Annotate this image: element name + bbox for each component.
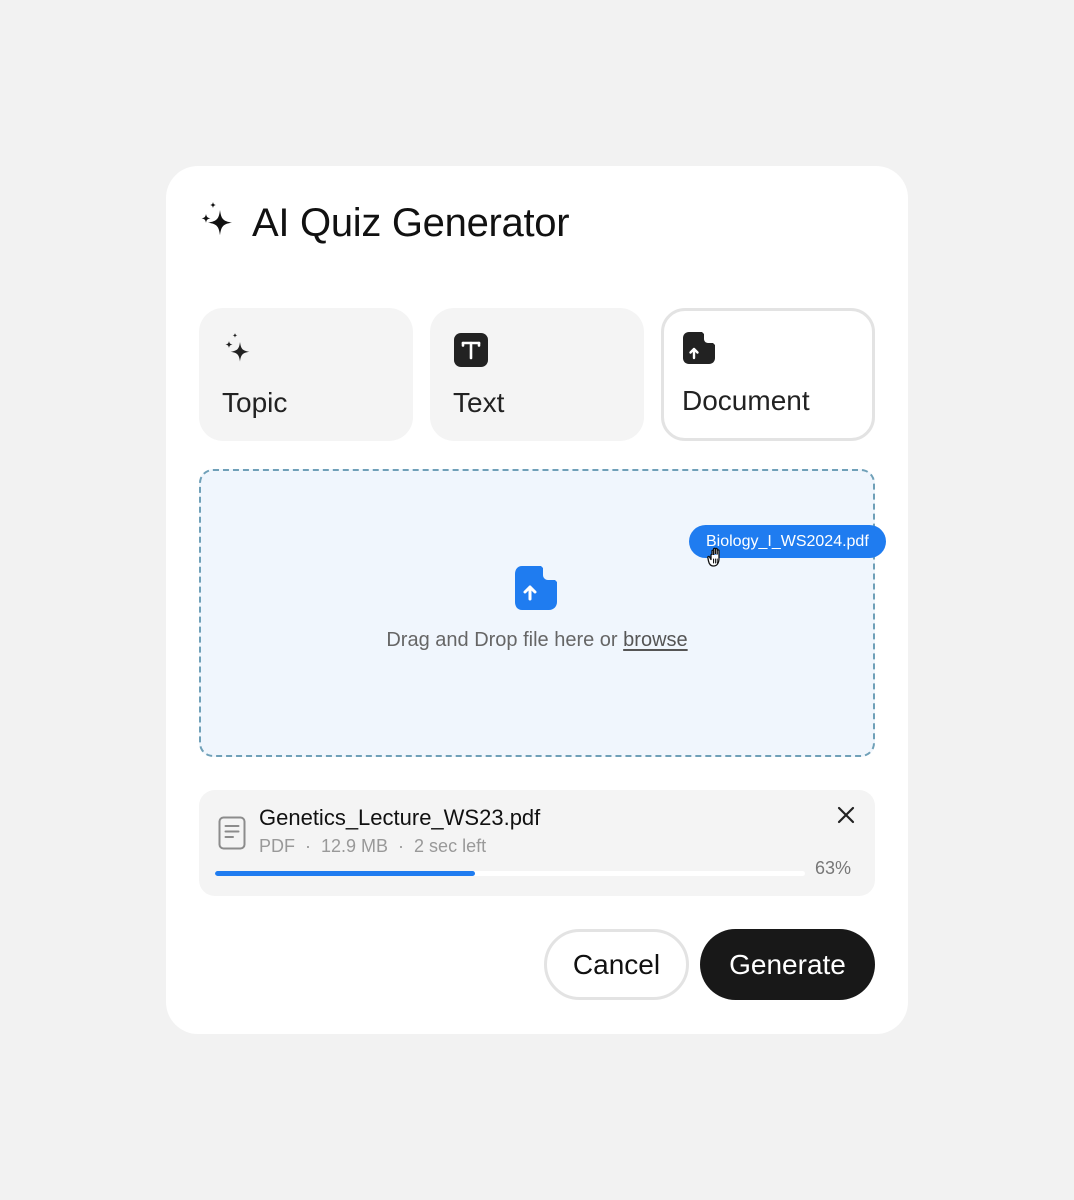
upload-item: Genetics_Lecture_WS23.pdf PDF · 12.9 MB · 2 …: [199, 790, 875, 896]
close-icon[interactable]: [835, 804, 857, 826]
file-size: 12.9 MB: [321, 836, 389, 856]
dropzone-prompt: Drag and Drop file here or browse: [201, 629, 873, 652]
file-dropzone[interactable]: Drag and Drop file here or browse: [199, 469, 875, 757]
document-icon: [218, 816, 246, 850]
cancel-button[interactable]: Cancel: [544, 929, 689, 1000]
dialog-header: AI Quiz Generator: [198, 200, 570, 246]
upload-progress-fill: [215, 871, 475, 876]
file-name: Genetics_Lecture_WS23.pdf: [259, 805, 541, 830]
file-upload-icon: [515, 566, 557, 610]
sparkles-icon: [201, 202, 232, 236]
browse-link[interactable]: browse: [623, 629, 687, 651]
meta-separator: ·: [398, 836, 405, 856]
file-meta: PDF · 12.9 MB · 2 sec left: [259, 836, 486, 857]
upload-progress-percent: 63%: [815, 858, 852, 878]
time-left: 2 sec left: [414, 836, 487, 856]
dialog-title: AI Quiz Generator: [252, 200, 570, 245]
tab-topic[interactable]: Topic: [199, 308, 413, 441]
document-upload-icon: [683, 332, 715, 364]
quiz-generator-dialog: AI Quiz Generator Topic Text Document Dr…: [166, 166, 908, 1034]
tab-label: Text: [453, 387, 505, 418]
grab-cursor-icon: [707, 547, 720, 567]
sparkles-icon: [225, 333, 250, 362]
source-tabs: Topic Text Document: [199, 308, 875, 441]
tab-label: Document: [682, 385, 810, 416]
upload-progress-bar: [215, 871, 805, 876]
tab-document[interactable]: Document: [661, 308, 875, 441]
tab-label: Topic: [222, 387, 288, 418]
file-type: PDF: [259, 836, 295, 856]
dropzone-prompt-text: Drag and Drop file here or: [386, 629, 624, 651]
tab-text[interactable]: Text: [430, 308, 644, 441]
generate-button[interactable]: Generate: [700, 929, 875, 1000]
meta-separator: ·: [305, 836, 311, 856]
text-icon: [454, 333, 488, 367]
